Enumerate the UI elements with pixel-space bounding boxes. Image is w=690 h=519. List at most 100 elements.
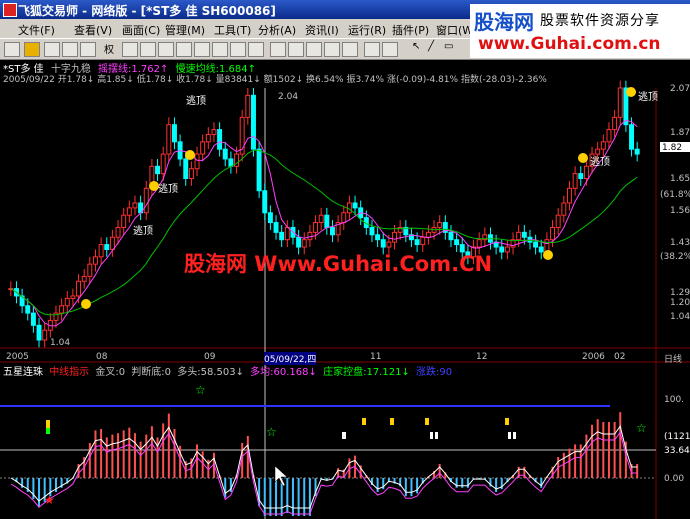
escape-top-label: 逃顶 — [638, 92, 658, 103]
zoom-button[interactable] — [122, 42, 138, 57]
macd-button[interactable] — [288, 42, 304, 57]
signal-marker — [430, 432, 433, 439]
weight-dropdown[interactable]: 权 — [104, 41, 114, 56]
sub-bottom: 判断底:0 — [131, 367, 172, 378]
alert-button[interactable] — [382, 42, 398, 57]
candle-body — [629, 124, 635, 150]
sub-histogram-bar — [495, 478, 498, 492]
low-price-label: 1.04 — [50, 338, 71, 348]
candle-body — [612, 116, 618, 131]
candle-body — [561, 202, 567, 216]
candle-body — [160, 153, 166, 175]
candle-body — [375, 234, 381, 241]
sub-histogram-bar — [167, 413, 170, 478]
sub-tick: 0.00 — [664, 474, 685, 484]
chart-button[interactable] — [80, 42, 96, 57]
candle-body — [256, 148, 262, 192]
candle-body — [59, 305, 65, 314]
line-tool-icon[interactable]: ╱ — [428, 41, 434, 52]
kdj-button[interactable] — [306, 42, 322, 57]
forward-button[interactable] — [62, 42, 78, 57]
sub-histogram-bar — [275, 478, 278, 516]
f10-button[interactable] — [140, 42, 156, 57]
menu-tools[interactable]: 工具(T) — [214, 22, 251, 38]
candle-body — [341, 212, 347, 224]
sub-histogram-bar — [404, 478, 407, 497]
candle-body — [188, 168, 194, 180]
menu-manage[interactable]: 管理(M) — [165, 22, 205, 38]
candle-body — [420, 236, 426, 246]
erase-tool-icon[interactable]: ▭ — [444, 41, 453, 52]
calc-button[interactable] — [24, 42, 40, 57]
signal-marker — [435, 432, 438, 439]
signal-marker — [425, 418, 429, 425]
minute-button[interactable] — [194, 42, 210, 57]
brand-name: 股海网 — [474, 10, 534, 34]
menu-info[interactable]: 资讯(I) — [305, 22, 339, 38]
candle-body — [578, 173, 584, 180]
candle-body — [267, 212, 273, 224]
sub-histogram-bar — [38, 478, 41, 508]
smiley-icon — [81, 299, 91, 309]
candle-body — [566, 187, 572, 204]
sub-rise: 涨跌:90 — [416, 367, 453, 378]
candle-body — [217, 129, 223, 150]
menu-analysis[interactable]: 分析(A) — [258, 22, 296, 38]
sub-histogram-bar — [150, 426, 153, 478]
candle-body — [104, 244, 110, 250]
sub-histogram-bar — [133, 433, 136, 478]
draw-button[interactable] — [158, 42, 174, 57]
sub-histogram-bar — [201, 451, 204, 478]
candle-body — [414, 239, 420, 246]
period-label[interactable]: 日线 — [664, 352, 682, 365]
sub-histogram-bar — [156, 437, 159, 478]
candle-body — [194, 153, 200, 170]
signal-marker — [342, 432, 346, 439]
chart-area[interactable]: ☆ ☆ ☆ ★ — [0, 58, 690, 519]
candle-body — [533, 241, 539, 248]
menu-screen[interactable]: 画面(C) — [122, 22, 160, 38]
candle-body — [555, 214, 561, 228]
candle-body — [262, 190, 268, 214]
candle-body — [279, 231, 285, 241]
menu-view[interactable]: 查看(V) — [74, 22, 112, 38]
price-tick: 2.07 — [670, 84, 690, 94]
candle-body — [346, 202, 352, 214]
sub-histogram-bar — [613, 422, 616, 478]
month-button[interactable] — [248, 42, 264, 57]
day-button[interactable] — [212, 42, 228, 57]
candle-body — [583, 165, 589, 180]
cursor-tool-icon[interactable]: ↖ — [412, 41, 420, 52]
candle-body — [121, 214, 127, 228]
sub-histogram-bar — [416, 478, 419, 494]
sub-histogram-bar — [291, 478, 294, 516]
rsi-button[interactable] — [324, 42, 340, 57]
vol-button[interactable] — [270, 42, 286, 57]
peak-price-label: 2.04 — [278, 92, 299, 102]
sub-histogram-bar — [139, 441, 142, 478]
boll-button[interactable] — [342, 42, 358, 57]
price-tick: 1.04 — [670, 312, 690, 322]
week-button[interactable] — [230, 42, 246, 57]
candle-body — [318, 214, 324, 224]
brand-url[interactable]: www.Guhai.com.cn — [478, 34, 661, 54]
menu-file[interactable]: 文件(F) — [18, 22, 55, 38]
menu-run[interactable]: 运行(R) — [348, 22, 386, 38]
indicator-button[interactable] — [176, 42, 192, 57]
date-tick: 12 — [476, 352, 488, 362]
brand-slogan: 股票软件资源分享 — [540, 13, 660, 29]
sub-tick: 33.64 — [664, 446, 690, 456]
date-tick: 2006 — [582, 352, 605, 362]
sub-histogram-bar — [410, 478, 413, 497]
candle-body — [352, 202, 358, 209]
grid-button[interactable] — [4, 42, 20, 57]
candle-body — [296, 236, 302, 248]
news-button[interactable] — [364, 42, 380, 57]
menu-plugin[interactable]: 插件(P) — [392, 22, 429, 38]
star-icon: ☆ — [195, 383, 206, 397]
back-button[interactable] — [44, 42, 60, 57]
signal-marker — [46, 428, 50, 434]
candle-body — [211, 129, 217, 135]
sub-histogram-bar — [585, 434, 588, 478]
signal-marker — [362, 418, 366, 425]
